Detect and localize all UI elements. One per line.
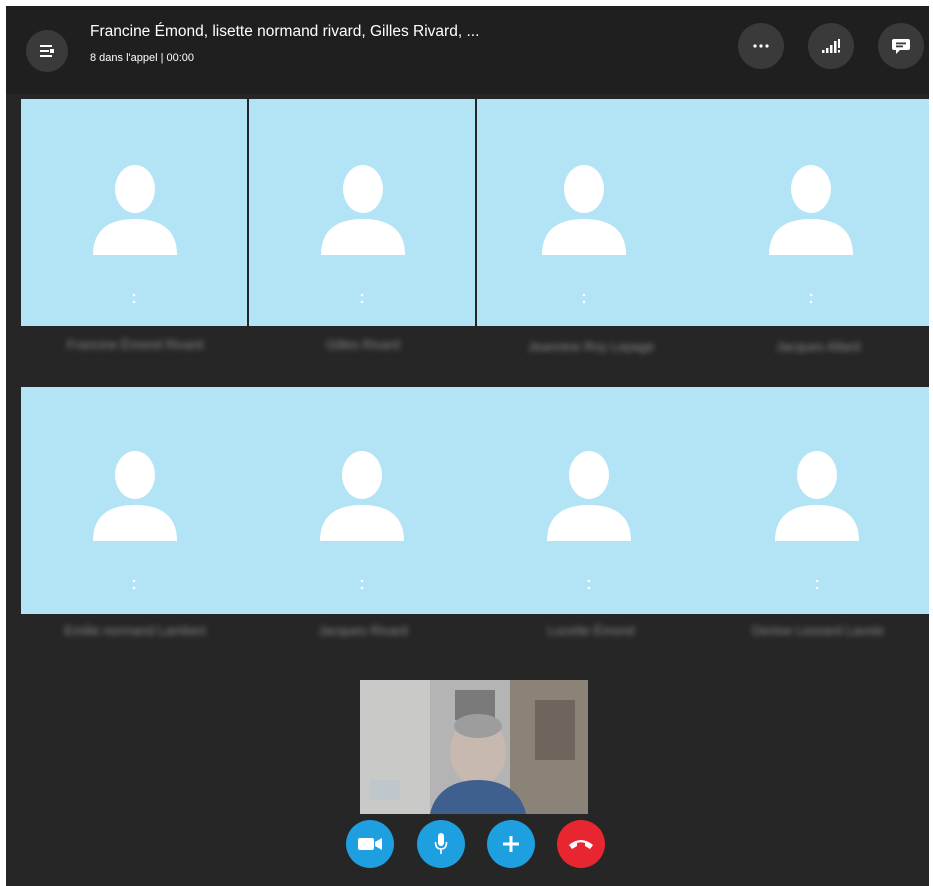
avatar-icon <box>320 451 404 541</box>
phone-hangup-icon <box>569 840 593 849</box>
participant-tile-group[interactable] <box>21 387 929 614</box>
tile-options-icon[interactable] <box>587 578 591 592</box>
self-video-image <box>360 680 588 814</box>
participant-name: Gilles Rivard <box>326 337 400 352</box>
video-camera-icon <box>358 838 382 850</box>
chat-button[interactable] <box>878 23 924 69</box>
participant-tile-group[interactable] <box>477 99 929 326</box>
plus-icon <box>503 836 519 852</box>
participant-name: Jeannine Roy Lepage <box>527 339 655 354</box>
avatar-icon <box>769 165 853 255</box>
video-toggle-button[interactable] <box>346 820 394 868</box>
avatar-icon <box>93 165 177 255</box>
menu-icon <box>40 45 54 57</box>
tile-options-icon[interactable] <box>809 292 813 306</box>
microphone-icon <box>434 833 448 854</box>
tile-options-icon[interactable] <box>815 578 819 592</box>
signal-icon <box>822 39 840 53</box>
avatar-icon <box>321 165 405 255</box>
tile-options-icon[interactable] <box>360 292 364 306</box>
participant-name: Emilie normand Lambert <box>64 623 206 638</box>
tile-options-icon[interactable] <box>132 578 136 592</box>
avatar-icon <box>542 165 626 255</box>
self-video-preview[interactable] <box>360 680 588 814</box>
participants-menu-button[interactable] <box>26 30 68 72</box>
avatar-icon <box>775 451 859 541</box>
participant-name: Jacques Allard <box>775 339 861 354</box>
tile-options-icon[interactable] <box>582 292 586 306</box>
tile-options-icon[interactable] <box>360 578 364 592</box>
avatar-icon <box>93 451 177 541</box>
participant-name: Denise Lessard Lavoie <box>751 623 885 638</box>
participant-name: Francine Émond Rivard <box>66 337 204 352</box>
chat-icon <box>892 39 910 54</box>
add-participant-button[interactable] <box>487 820 535 868</box>
participant-name: Jacques Rivard <box>318 623 408 638</box>
tile-options-icon[interactable] <box>132 292 136 306</box>
more-icon <box>753 44 769 48</box>
mute-button[interactable] <box>417 820 465 868</box>
call-status: 8 dans l'appel | 00:00 <box>90 52 195 64</box>
more-options-button[interactable] <box>738 23 784 69</box>
call-window: Francine Émond, lisette normand rivard, … <box>6 6 929 886</box>
call-quality-button[interactable] <box>808 23 854 69</box>
participant-name: Lucette Émond <box>547 623 635 638</box>
call-title: Francine Émond, lisette normand rivard, … <box>90 23 480 40</box>
call-header: Francine Émond, lisette normand rivard, … <box>6 6 929 94</box>
participant-tile[interactable] <box>21 99 247 326</box>
participant-tile[interactable] <box>249 99 475 326</box>
hang-up-button[interactable] <box>557 820 605 868</box>
avatar-icon <box>547 451 631 541</box>
